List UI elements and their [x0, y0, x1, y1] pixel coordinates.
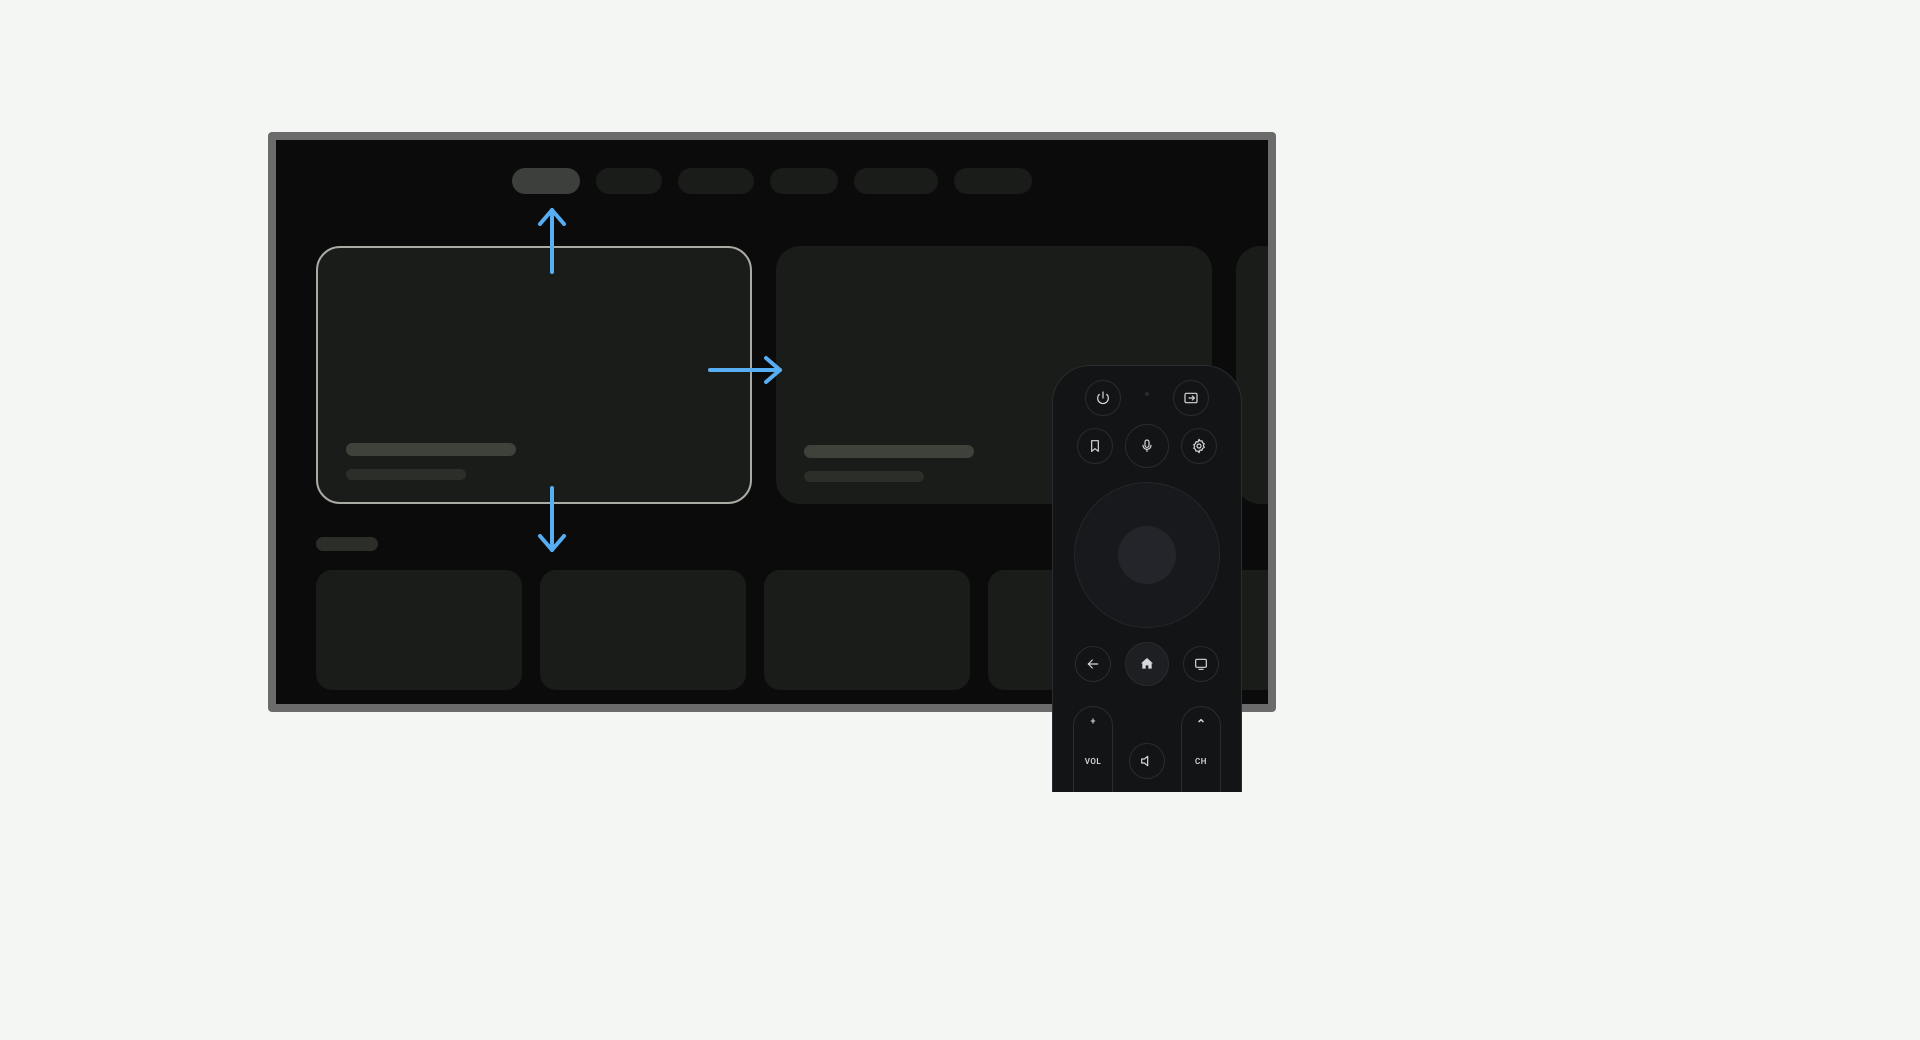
bookmark-icon [1087, 438, 1103, 454]
thumb-card[interactable] [540, 570, 746, 690]
hero-card-focused[interactable] [316, 246, 752, 504]
mute-icon [1139, 753, 1155, 769]
placeholder-text-line [804, 471, 924, 482]
input-icon [1183, 390, 1199, 406]
placeholder-text-line [346, 469, 466, 480]
power-icon [1095, 390, 1111, 406]
nav-tab-active[interactable] [512, 168, 580, 194]
thumb-card[interactable] [764, 570, 970, 690]
volume-rocker[interactable]: + VOL − [1073, 706, 1113, 792]
mute-button[interactable] [1129, 743, 1165, 779]
back-button[interactable] [1075, 646, 1111, 682]
input-button[interactable] [1173, 380, 1209, 416]
power-button[interactable] [1085, 380, 1121, 416]
nav-tab[interactable] [596, 168, 662, 194]
volume-label: VOL [1085, 757, 1101, 766]
focus-arrow-right-icon [706, 350, 786, 390]
channel-label: CH [1195, 757, 1207, 766]
nav-tab[interactable] [770, 168, 838, 194]
settings-button[interactable] [1181, 428, 1217, 464]
tv-icon [1193, 656, 1209, 672]
remote-control: + VOL − ⌃ CH ⌄ [1052, 365, 1242, 792]
nav-tab[interactable] [854, 168, 938, 194]
placeholder-text-line [804, 445, 974, 458]
dpad[interactable] [1074, 482, 1220, 628]
plus-icon: + [1091, 717, 1096, 727]
home-icon [1139, 656, 1155, 672]
focus-arrow-up-icon [532, 204, 572, 274]
channel-rocker[interactable]: ⌃ CH ⌄ [1181, 706, 1221, 792]
thumb-card[interactable] [316, 570, 522, 690]
focus-arrow-down-icon [532, 486, 572, 556]
voice-button[interactable] [1125, 424, 1169, 468]
placeholder-text-line [346, 443, 516, 456]
chevron-down-icon: ⌄ [1196, 791, 1206, 792]
mic-icon [1139, 438, 1155, 454]
home-button[interactable] [1125, 642, 1169, 686]
chevron-up-icon: ⌃ [1196, 717, 1206, 731]
nav-tab[interactable] [678, 168, 754, 194]
arrow-left-icon [1085, 656, 1101, 672]
remote-led-icon [1145, 392, 1149, 396]
bookmark-button[interactable] [1077, 428, 1113, 464]
section-label-placeholder [316, 537, 378, 551]
nav-tab[interactable] [954, 168, 1032, 194]
dpad-select-button[interactable] [1118, 526, 1176, 584]
gear-icon [1191, 438, 1207, 454]
guide-button[interactable] [1183, 646, 1219, 682]
nav-tabs [276, 168, 1268, 194]
illustration-canvas: + VOL − ⌃ CH ⌄ [20, 20, 1480, 792]
